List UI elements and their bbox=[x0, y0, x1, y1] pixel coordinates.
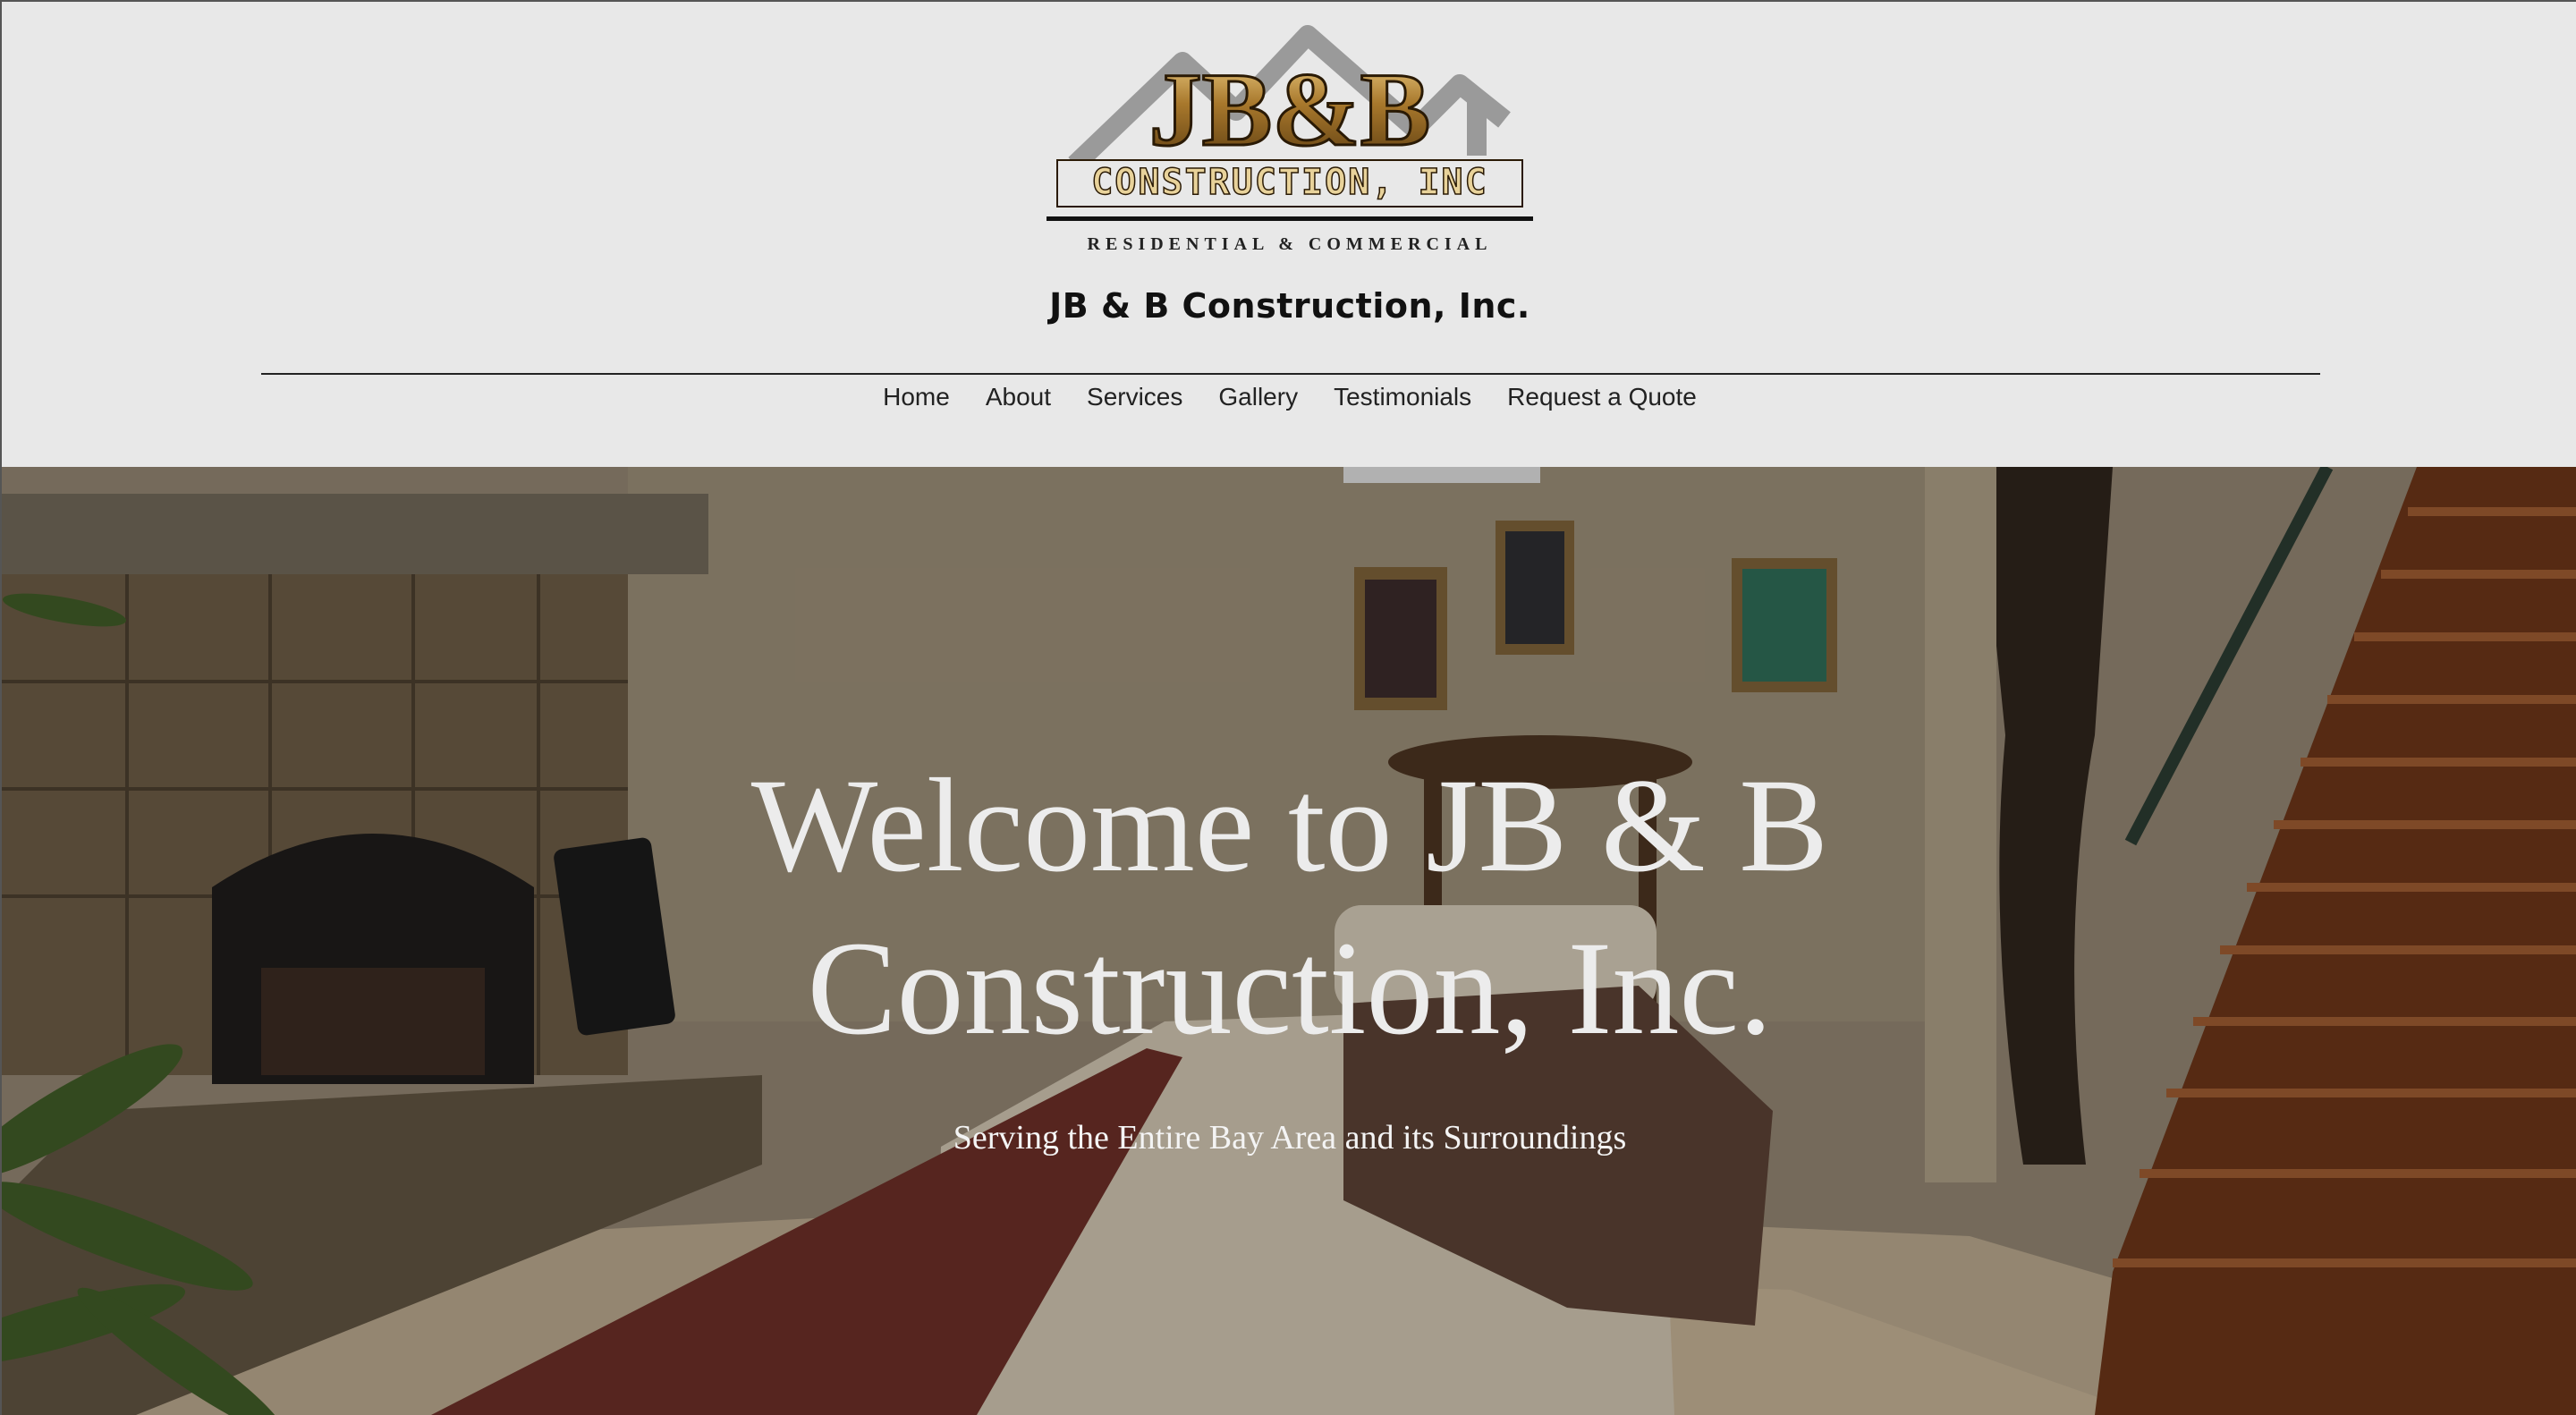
nav-testimonials[interactable]: Testimonials bbox=[1334, 383, 1471, 411]
hero-subtitle: Serving the Entire Bay Area and its Surr… bbox=[953, 1119, 1627, 1157]
hero-title: Welcome to JB & B Construction, Inc. bbox=[2, 744, 2576, 1070]
site-header: JB&B CONSTRUCTION, INC RESIDENTIAL & COM… bbox=[0, 0, 2576, 467]
nav-request-quote[interactable]: Request a Quote bbox=[1507, 383, 1697, 411]
main-nav: Home About Services Gallery Testimonials… bbox=[2, 383, 2576, 411]
company-logo[interactable]: JB&B CONSTRUCTION, INC RESIDENTIAL & COM… bbox=[1039, 13, 1540, 263]
logo-tagline: RESIDENTIAL & COMMERCIAL bbox=[1088, 234, 1493, 254]
hero-title-line2: Construction, Inc. bbox=[807, 914, 1773, 1063]
nav-about[interactable]: About bbox=[986, 383, 1051, 411]
logo-name: CONSTRUCTION, INC bbox=[1091, 162, 1487, 203]
nav-home[interactable]: Home bbox=[883, 383, 950, 411]
nav-services[interactable]: Services bbox=[1087, 383, 1182, 411]
nav-gallery[interactable]: Gallery bbox=[1218, 383, 1298, 411]
site-title: JB & B Construction, Inc. bbox=[1049, 286, 1530, 326]
hero-section: Welcome to JB & B Construction, Inc. Ser… bbox=[0, 467, 2576, 1415]
logo-brand: JB&B bbox=[1149, 51, 1431, 168]
header-divider bbox=[261, 373, 2320, 375]
hero-title-line1: Welcome to JB & B bbox=[750, 751, 1829, 900]
